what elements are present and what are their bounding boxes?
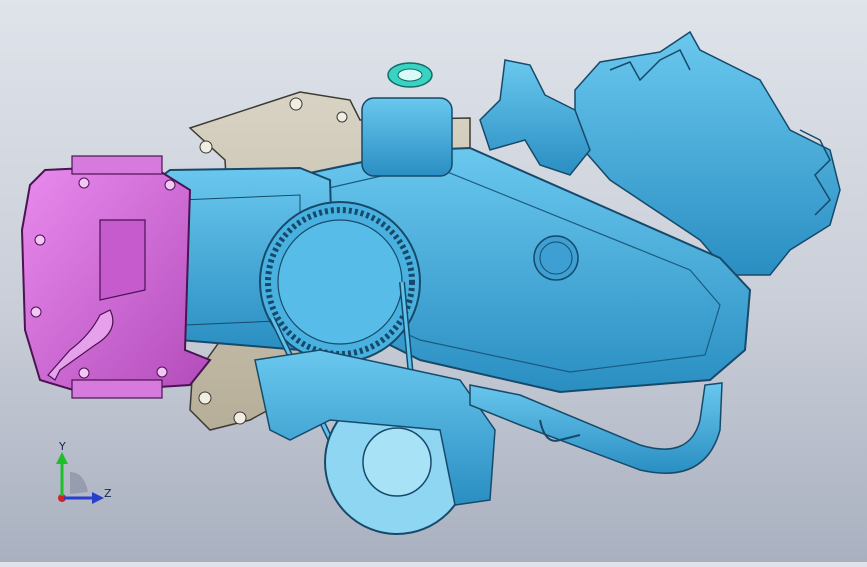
- intake-manifold: [479, 59, 591, 176]
- axis-y-arrow-icon: [56, 452, 68, 496]
- cover-boss: [533, 235, 579, 281]
- engine-model[interactable]: [0, 0, 867, 562]
- filter-housing: [361, 97, 453, 177]
- axis-triad: Y Z: [44, 438, 124, 518]
- cad-viewport[interactable]: Y Z: [0, 0, 867, 562]
- axis-z-label: Z: [104, 487, 112, 500]
- axis-y-label: Y: [59, 440, 66, 453]
- exhaust-pipe: [469, 382, 723, 474]
